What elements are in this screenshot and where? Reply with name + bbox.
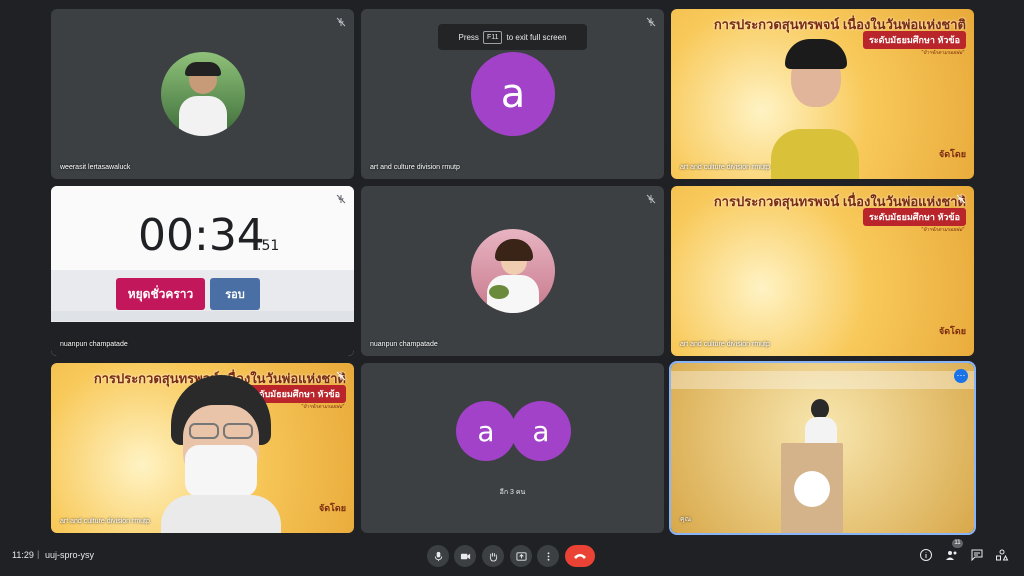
meeting-code: uuj-spro-ysy xyxy=(45,550,95,560)
slide-quote: "ข้าฯจักตามรอยพ่อ" xyxy=(301,404,344,410)
participant-name: nuanpun champatade xyxy=(60,341,128,348)
options-icon[interactable]: ⋯ xyxy=(954,369,968,383)
participant-name: nuanpun champatade xyxy=(370,341,438,348)
raise-hand-button[interactable] xyxy=(482,545,504,567)
hang-up-icon xyxy=(574,554,586,559)
slide-organizer: จัดโดย xyxy=(938,149,966,159)
present-screen-icon xyxy=(515,551,527,561)
participant-avatar: a xyxy=(511,401,571,461)
self-tile[interactable]: ⋯ คุณ xyxy=(669,361,976,535)
mic-off-icon xyxy=(336,17,346,27)
more-vert-icon xyxy=(547,551,549,561)
timer-fraction: .51 xyxy=(257,238,280,254)
fullscreen-toast: Press F11 to exit full screen xyxy=(438,24,587,50)
mic-off-icon xyxy=(336,194,346,204)
timer-display: 00:34 xyxy=(138,210,265,261)
participant-avatar: a xyxy=(471,52,555,136)
present-button[interactable] xyxy=(510,545,532,567)
participant-tile[interactable]: nuanpun champatade xyxy=(361,186,664,356)
participant-video xyxy=(161,375,281,533)
slide-banner xyxy=(671,371,974,389)
participant-tile[interactable]: การประกวดสุนทรพจน์ เนื่องในวันพ่อแห่งชาต… xyxy=(51,363,354,533)
mic-off-icon xyxy=(646,194,656,204)
participant-name: คุณ xyxy=(680,516,692,523)
more-participants-label: อีก 3 คน xyxy=(499,489,526,496)
people-icon[interactable] xyxy=(945,548,959,562)
speaker xyxy=(801,399,841,449)
participant-video xyxy=(771,39,859,179)
bottom-bar: 11:29 | uuj-spro-ysy 11 xyxy=(0,535,1024,576)
lap-button: รอบ xyxy=(210,278,260,310)
toast-key: F11 xyxy=(482,30,503,44)
mic-off-icon xyxy=(956,194,966,204)
more-participants-tile[interactable]: a a อีก 3 คน xyxy=(361,363,664,533)
participant-tile[interactable]: การประกวดสุนทรพจน์ เนื่องในวันพ่อแห่งชาต… xyxy=(671,186,974,356)
mic-icon xyxy=(434,551,442,561)
participant-name: weerasit lertasawaluck xyxy=(60,164,131,171)
chat-icon[interactable] xyxy=(970,548,984,562)
info-icon[interactable] xyxy=(919,548,933,562)
participant-tile[interactable]: การประกวดสุนทรพจน์ เนื่องในวันพ่อแห่งชาต… xyxy=(671,9,974,179)
clock: 11:29 xyxy=(12,550,34,560)
more-options-button[interactable] xyxy=(537,545,559,567)
name-bar xyxy=(51,322,354,356)
participant-tile[interactable]: weerasit lertasawaluck xyxy=(51,9,354,179)
mic-off-icon xyxy=(336,371,346,381)
participant-avatar xyxy=(161,52,245,136)
timer-area: 00:34 .51 xyxy=(51,186,354,270)
taskbar xyxy=(51,311,354,321)
pause-button: หยุดชั่วคราว xyxy=(116,278,205,310)
mic-button[interactable] xyxy=(427,545,449,567)
participant-name: art and culture division rmutp xyxy=(60,518,150,525)
camera-button[interactable] xyxy=(454,545,476,567)
podium xyxy=(781,443,843,533)
divider: | xyxy=(37,549,40,559)
participant-name: art and culture division rmutp xyxy=(680,341,770,348)
people-count-badge: 11 xyxy=(952,539,963,548)
mic-off-icon xyxy=(646,17,656,27)
toast-press-text: Press xyxy=(458,32,479,42)
hand-icon xyxy=(489,552,497,562)
participant-avatar xyxy=(471,229,555,313)
slide-quote: "ข้าฯจักตามรอยพ่อ" xyxy=(921,227,964,233)
toast-suffix-text: to exit full screen xyxy=(506,32,567,42)
slide-organizer: จัดโดย xyxy=(318,503,346,513)
participant-tile[interactable]: 00:34 .51 หยุดชั่วคราว รอบ nuanpun champ… xyxy=(51,186,354,356)
participant-name: art and culture division rmutp xyxy=(370,164,460,171)
slide-quote: "ข้าฯจักตามรอยพ่อ" xyxy=(921,50,964,56)
slide-subtitle: ระดับมัธยมศึกษา หัวข้อ xyxy=(862,208,966,226)
slide-subtitle: ระดับมัธยมศึกษา หัวข้อ xyxy=(862,31,966,49)
camera-icon xyxy=(460,553,470,559)
activities-icon[interactable] xyxy=(995,548,1009,562)
participant-avatar: a xyxy=(456,401,516,461)
slide-organizer: จัดโดย xyxy=(938,326,966,336)
leave-call-button[interactable] xyxy=(565,545,595,567)
participant-name: art and culture division rmutp xyxy=(680,164,770,171)
